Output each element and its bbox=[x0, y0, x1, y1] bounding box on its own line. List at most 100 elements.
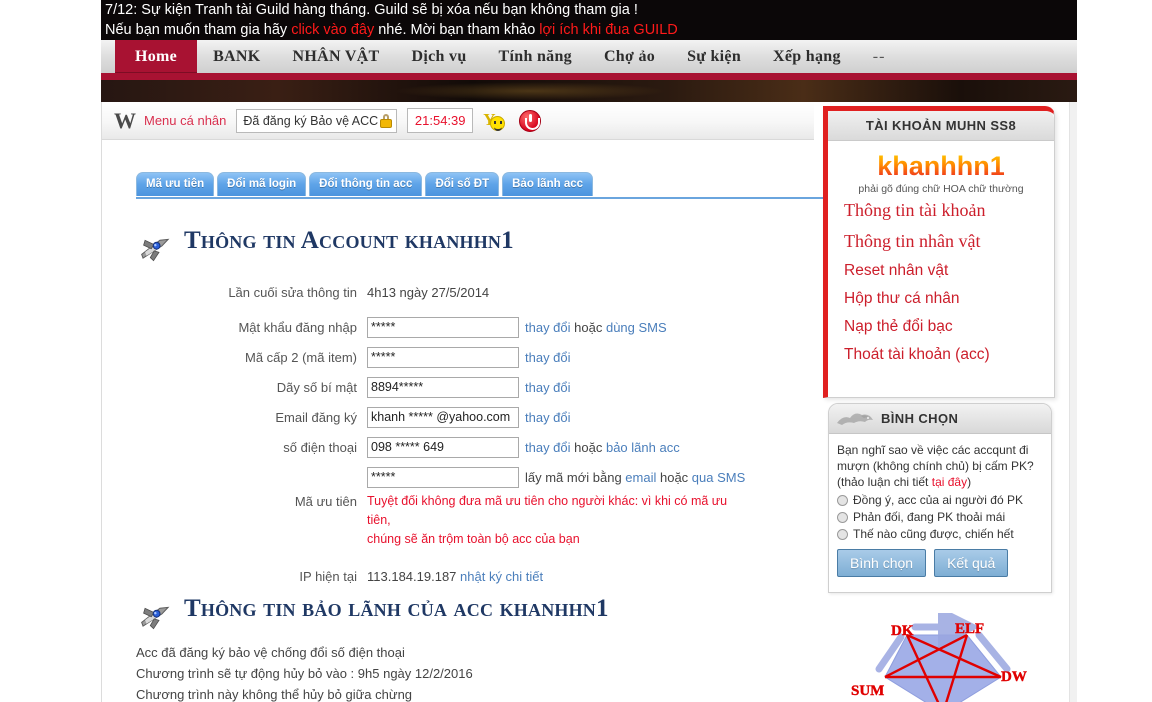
diagram-label-elf: ELF bbox=[955, 621, 984, 637]
level2-code-field[interactable] bbox=[367, 346, 519, 368]
form-row-level2-code: Mã cấp 2 (mã item) thay đổi bbox=[102, 342, 862, 372]
secret-number-change-link[interactable]: thay đổi bbox=[525, 380, 571, 395]
tab-bao-lanh-acc[interactable]: Bảo lãnh acc bbox=[502, 172, 594, 196]
acc-protection-status[interactable]: Đã đăng ký Bảo vệ ACC bbox=[236, 108, 398, 133]
phone-actions: thay đổi hoặc bảo lãnh acc bbox=[519, 440, 680, 455]
announcement-link-click-here[interactable]: click vào đây bbox=[291, 22, 374, 38]
phone-field[interactable] bbox=[367, 436, 519, 458]
priority-code-sms-link[interactable]: qua SMS bbox=[692, 470, 745, 485]
nav-item-choao[interactable]: Chợ ảo bbox=[588, 40, 671, 73]
poll-option-2[interactable]: Phản đối, đang PK thoải mái bbox=[837, 510, 1043, 524]
level2-code-change-link[interactable]: thay đổi bbox=[525, 350, 571, 365]
ip-log-link[interactable]: nhật ký chi tiết bbox=[460, 569, 543, 584]
form-row-password: Mật khẩu đăng nhập thay đổi hoặc dùng SM… bbox=[102, 312, 862, 342]
diagram-label-sum: SUM bbox=[851, 683, 884, 699]
password-label: Mật khẩu đăng nhập bbox=[238, 319, 357, 335]
poll-question-line-3: (thảo luận chi tiết tại đây) bbox=[837, 474, 1043, 490]
announcement-link-guild-benefit[interactable]: lợi ích khi đua GUILD bbox=[539, 22, 677, 38]
sidebar-link-account-info[interactable]: Thông tin tài khoản bbox=[828, 195, 1054, 226]
form-row-email: Email đăng ký thay đổi bbox=[102, 402, 862, 432]
form-row-phone: số điện thoại thay đổi hoặc bảo lãnh acc bbox=[102, 432, 862, 462]
guarantee-line-2: Chương trình sẽ tự động hủy bỏ vào : 9h5… bbox=[136, 666, 473, 681]
email-actions: thay đổi bbox=[519, 410, 571, 425]
poll-question-line-2: mượn (không chính chủ) bị cấm PK? bbox=[837, 459, 1034, 473]
priority-code-field[interactable] bbox=[367, 466, 519, 488]
email-field[interactable] bbox=[367, 406, 519, 428]
sidebar-link-inbox[interactable]: Hộp thư cá nhân bbox=[828, 285, 1054, 313]
password-field[interactable] bbox=[367, 316, 519, 338]
announcement-line-2: Nếu bạn muốn tham gia hãy click vào đây … bbox=[105, 20, 1073, 40]
nav-item-nhanvat[interactable]: NHÂN VẬT bbox=[277, 40, 396, 73]
tab-doi-ma-login[interactable]: Đổi mã login bbox=[217, 172, 307, 196]
priority-warning-text: Tuyệt đối không đưa mã ưu tiên cho người… bbox=[367, 492, 747, 549]
phone-joiner: hoặc bbox=[570, 439, 606, 455]
tab-doi-thong-tin[interactable]: Đổi thông tin acc bbox=[309, 172, 423, 196]
priority-code-email-link[interactable]: email bbox=[625, 470, 656, 485]
site-banner-image bbox=[101, 80, 1077, 102]
poll-option-1[interactable]: Đồng ý, acc của ai người đó PK bbox=[837, 493, 1043, 507]
poll-option-3[interactable]: Thế nào cũng được, chiến hết bbox=[837, 527, 1043, 541]
sidebar-link-logout[interactable]: Thoát tài khoản (acc) bbox=[828, 341, 1054, 369]
email-change-link[interactable]: thay đổi bbox=[525, 410, 571, 425]
priority-code-pretext: lấy mã mới bằng bbox=[525, 469, 626, 485]
password-actions: thay đổi hoặc dùng SMS bbox=[519, 320, 667, 335]
account-info-heading: Thông tin Account khanhhn1 bbox=[136, 227, 514, 262]
poll-question-line-3-post: ) bbox=[967, 475, 972, 489]
poll-buttons: Bình chọn Kết quả bbox=[837, 549, 1043, 577]
poll-radio-3[interactable] bbox=[837, 528, 848, 540]
yahoo-messenger-icon[interactable]: Y bbox=[483, 110, 509, 132]
server-clock: 21:54:39 bbox=[407, 108, 474, 133]
poll-discussion-link[interactable]: tại đây bbox=[932, 475, 967, 489]
nav-item-tinhnang[interactable]: Tính năng bbox=[483, 40, 588, 73]
level2-code-label: Mã cấp 2 (mã item) bbox=[245, 349, 357, 365]
page-root: 7/12: Sự kiện Tranh tài Guild hàng tháng… bbox=[0, 0, 1152, 702]
sidebar-link-topup[interactable]: Nạp thẻ đổi bạc bbox=[828, 313, 1054, 341]
phone-change-link[interactable]: thay đổi bbox=[525, 440, 571, 455]
account-info-title: Thông tin Account khanhhn1 bbox=[184, 227, 514, 254]
password-joiner: hoặc bbox=[570, 319, 606, 335]
password-change-link[interactable]: thay đổi bbox=[525, 320, 571, 335]
nav-item-home[interactable]: Home bbox=[115, 40, 198, 73]
nav-item-sukien[interactable]: Sự kiện bbox=[671, 40, 757, 73]
sidebar-link-character-info[interactable]: Thông tin nhân vật bbox=[828, 226, 1054, 257]
sidebar-account-panel: TÀI KHOẢN MUHN SS8 khanhhn1 phải gõ đúng… bbox=[823, 106, 1055, 398]
class-relationship-diagram: DK ELF DW SUM bbox=[849, 613, 1037, 702]
main-navigation-bar: Home BANK NHÂN VẬT Dịch vụ Tính năng Chợ… bbox=[101, 40, 1077, 73]
form-row-ip: IP hiện tại 113.184.19.187 nhật ký chi t… bbox=[102, 561, 862, 591]
poll-question-line-3-pre: (thảo luận chi tiết bbox=[837, 475, 932, 489]
secret-number-actions: thay đổi bbox=[519, 380, 571, 395]
sidebar-link-reset-character[interactable]: Reset nhân vật bbox=[828, 257, 1054, 285]
form-row-last-edit: Lần cuối sửa thông tin 4h13 ngày 27/5/20… bbox=[102, 277, 862, 307]
password-sms-link[interactable]: dùng SMS bbox=[606, 320, 667, 335]
nav-items: Home BANK NHÂN VẬT Dịch vụ Tính năng Chợ… bbox=[101, 40, 901, 73]
nav-item-bank[interactable]: BANK bbox=[197, 40, 276, 73]
poll-result-button[interactable]: Kết quả bbox=[934, 549, 1009, 577]
tab-ma-uu-tien[interactable]: Mã ưu tiên bbox=[136, 172, 215, 196]
secret-number-field[interactable] bbox=[367, 376, 519, 398]
phone-guarantee-link[interactable]: bảo lãnh acc bbox=[606, 440, 680, 455]
guarantee-title: Thông tin bảo lãnh của acc khanhhn1 bbox=[184, 595, 609, 622]
nav-red-underline bbox=[101, 73, 1077, 80]
nav-item-xephang[interactable]: Xếp hạng bbox=[757, 40, 857, 73]
tabs-divider bbox=[136, 197, 826, 199]
nav-item-more[interactable]: -- bbox=[857, 40, 902, 73]
personal-menu-label[interactable]: Menu cá nhân bbox=[144, 113, 226, 128]
poll-radio-2[interactable] bbox=[837, 511, 848, 523]
diagram-label-dk: DK bbox=[891, 623, 914, 639]
nav-item-dichvu[interactable]: Dịch vụ bbox=[396, 40, 483, 73]
poll-vote-button[interactable]: Bình chọn bbox=[837, 549, 927, 577]
tab-doi-so-dt[interactable]: Đổi số ĐT bbox=[425, 172, 500, 196]
sword-icon bbox=[136, 229, 176, 265]
announcement-line-1: 7/12: Sự kiện Tranh tài Guild hàng tháng… bbox=[105, 2, 638, 18]
account-tabs: Mã ưu tiên Đổi mã login Đổi thông tin ac… bbox=[136, 172, 594, 196]
sidebar-poll-header: BÌNH CHỌN bbox=[829, 404, 1051, 434]
poll-radio-1[interactable] bbox=[837, 494, 848, 506]
priority-warning-line-1: Tuyệt đối không đưa mã ưu tiên cho người… bbox=[367, 494, 728, 527]
ip-label: IP hiện tại bbox=[299, 568, 357, 584]
acc-protection-text: Đã đăng ký Bảo vệ ACC bbox=[243, 113, 379, 128]
sidebar-username-note: phải gõ đúng chữ HOA chữ thường bbox=[858, 183, 1024, 195]
secret-number-label: Dãy số bí mật bbox=[276, 379, 357, 395]
power-logout-icon[interactable] bbox=[519, 109, 542, 132]
lock-icon bbox=[380, 113, 393, 128]
user-toolbar: W Menu cá nhân Đã đăng ký Bảo vệ ACC 21:… bbox=[102, 102, 814, 140]
